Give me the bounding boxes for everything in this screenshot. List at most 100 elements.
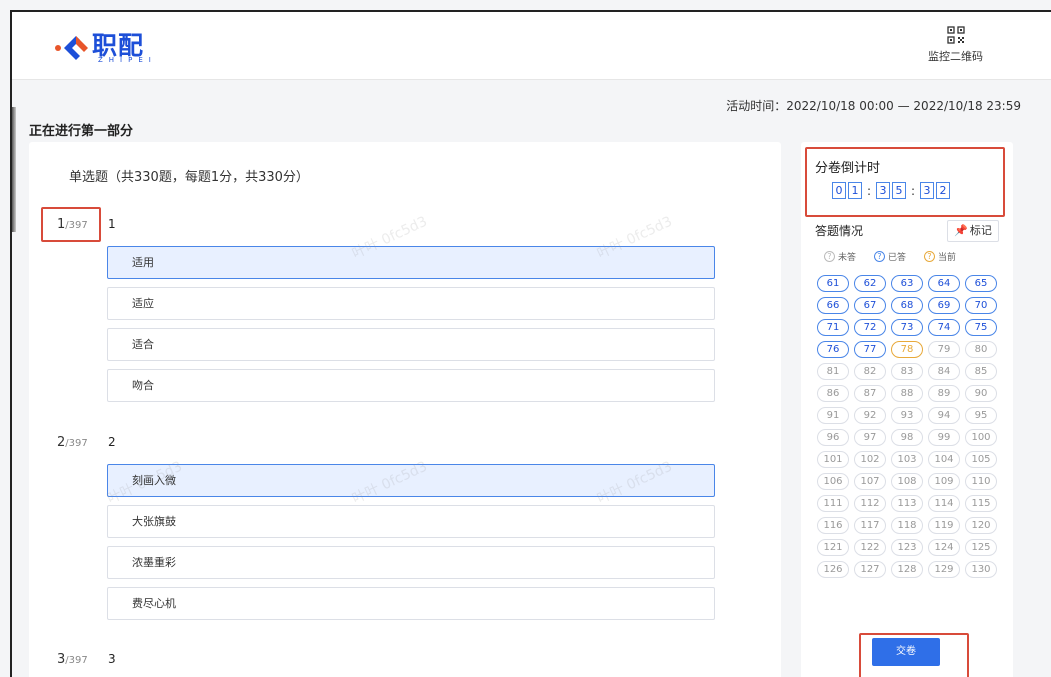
question-nav-item[interactable]: 126 xyxy=(817,561,849,578)
question-nav-item[interactable]: 108 xyxy=(891,473,923,490)
question-nav-item[interactable]: 84 xyxy=(928,363,960,380)
question-nav-item[interactable]: 78 xyxy=(891,341,923,358)
logo-icon xyxy=(55,36,88,60)
question-nav-item[interactable]: 63 xyxy=(891,275,923,292)
question-nav-item[interactable]: 86 xyxy=(817,385,849,402)
question-nav-item[interactable]: 103 xyxy=(891,451,923,468)
question-nav-item[interactable]: 98 xyxy=(891,429,923,446)
question-nav-item[interactable]: 68 xyxy=(891,297,923,314)
question-navigator: 61 62 63 64 65 66 67 68 69 70 71 72 73 74 75 76 77 78 79 80… xyxy=(817,275,1007,578)
question-nav-item[interactable]: 123 xyxy=(891,539,923,556)
question-panel: 单选题（共330题，每题1分，共330分） 1/397 1 适用 适应 适合 吻… xyxy=(29,142,781,677)
question-nav-item[interactable]: 88 xyxy=(891,385,923,402)
question-nav-item[interactable]: 80 xyxy=(965,341,997,358)
question-type-heading: 单选题（共330题，每题1分，共330分） xyxy=(69,170,309,185)
question-nav-item[interactable]: 119 xyxy=(928,517,960,534)
question-nav-item[interactable]: 104 xyxy=(928,451,960,468)
option-q1-a[interactable]: 适用 xyxy=(107,246,715,279)
question-nav-item[interactable]: 109 xyxy=(928,473,960,490)
question-nav-item[interactable]: 93 xyxy=(891,407,923,424)
question-nav-item[interactable]: 91 xyxy=(817,407,849,424)
option-q2-b[interactable]: 大张旗鼓 xyxy=(107,505,715,538)
question-nav-item[interactable]: 69 xyxy=(928,297,960,314)
question-nav-item[interactable]: 72 xyxy=(854,319,886,336)
question-nav-item[interactable]: 85 xyxy=(965,363,997,380)
question-nav-item[interactable]: 113 xyxy=(891,495,923,512)
countdown-digit: 0 xyxy=(832,182,846,199)
question-nav-item[interactable]: 111 xyxy=(817,495,849,512)
question-nav-item[interactable]: 115 xyxy=(965,495,997,512)
question-nav-item[interactable]: 99 xyxy=(928,429,960,446)
countdown-timer: 0 1 : 3 5 : 3 2 xyxy=(832,182,952,199)
question-nav-item[interactable]: 61 xyxy=(817,275,849,292)
monitor-qr-button[interactable]: 监控二维码 xyxy=(928,26,983,64)
question-nav-item[interactable]: 128 xyxy=(891,561,923,578)
question-nav-item[interactable]: 116 xyxy=(817,517,849,534)
mark-button[interactable]: 📌 标记 xyxy=(947,220,999,242)
question-nav-item[interactable]: 73 xyxy=(891,319,923,336)
question-nav-item[interactable]: 125 xyxy=(965,539,997,556)
question-nav-item[interactable]: 124 xyxy=(928,539,960,556)
question-title: 3 xyxy=(108,652,116,666)
question-nav-item[interactable]: 77 xyxy=(854,341,886,358)
question-nav-item[interactable]: 120 xyxy=(965,517,997,534)
question-nav-item[interactable]: 89 xyxy=(928,385,960,402)
question-nav-item[interactable]: 112 xyxy=(854,495,886,512)
question-nav-item[interactable]: 107 xyxy=(854,473,886,490)
countdown-digit: 3 xyxy=(876,182,890,199)
question-nav-item[interactable]: 87 xyxy=(854,385,886,402)
question-nav-item[interactable]: 127 xyxy=(854,561,886,578)
question-nav-item[interactable]: 70 xyxy=(965,297,997,314)
question-nav-item[interactable]: 66 xyxy=(817,297,849,314)
question-nav-item[interactable]: 130 xyxy=(965,561,997,578)
option-q1-c[interactable]: 适合 xyxy=(107,328,715,361)
question-nav-item[interactable]: 75 xyxy=(965,319,997,336)
submit-button[interactable]: 交卷 xyxy=(872,638,940,666)
question-nav-item[interactable]: 101 xyxy=(817,451,849,468)
option-q1-d[interactable]: 吻合 xyxy=(107,369,715,402)
option-q1-b[interactable]: 适应 xyxy=(107,287,715,320)
question-nav-item[interactable]: 79 xyxy=(928,341,960,358)
question-nav-item[interactable]: 114 xyxy=(928,495,960,512)
question-nav-item[interactable]: 92 xyxy=(854,407,886,424)
question-nav-item[interactable]: 100 xyxy=(965,429,997,446)
option-q2-a[interactable]: 刻画入微 xyxy=(107,464,715,497)
qr-code-icon xyxy=(946,26,965,44)
question-nav-item[interactable]: 82 xyxy=(854,363,886,380)
question-nav-item[interactable]: 67 xyxy=(854,297,886,314)
question-mark-icon: ? xyxy=(874,251,886,262)
question-nav-item[interactable]: 121 xyxy=(817,539,849,556)
option-q2-c[interactable]: 浓墨重彩 xyxy=(107,546,715,579)
question-nav-item[interactable]: 95 xyxy=(965,407,997,424)
question-nav-item[interactable]: 117 xyxy=(854,517,886,534)
question-total: /397 xyxy=(65,655,88,666)
question-nav-item[interactable]: 71 xyxy=(817,319,849,336)
question-nav-item[interactable]: 96 xyxy=(817,429,849,446)
question-nav-item[interactable]: 102 xyxy=(854,451,886,468)
countdown-digit: 1 xyxy=(848,182,862,199)
question-nav-item[interactable]: 90 xyxy=(965,385,997,402)
question-nav-item[interactable]: 76 xyxy=(817,341,849,358)
option-q2-d[interactable]: 费尽心机 xyxy=(107,587,715,620)
question-nav-item[interactable]: 94 xyxy=(928,407,960,424)
question-number: 2/397 xyxy=(57,435,88,450)
question-nav-item[interactable]: 97 xyxy=(854,429,886,446)
question-nav-item[interactable]: 83 xyxy=(891,363,923,380)
question-number: 3/397 xyxy=(57,652,88,667)
question-nav-item[interactable]: 105 xyxy=(965,451,997,468)
legend-unanswered: ? 未答 xyxy=(824,250,856,263)
logo-subtext: ZHIPEI xyxy=(98,56,157,64)
question-nav-item[interactable]: 118 xyxy=(891,517,923,534)
question-total: /397 xyxy=(65,438,88,449)
question-nav-item[interactable]: 64 xyxy=(928,275,960,292)
question-nav-item[interactable]: 129 xyxy=(928,561,960,578)
question-nav-item[interactable]: 122 xyxy=(854,539,886,556)
question-nav-item[interactable]: 110 xyxy=(965,473,997,490)
qr-label: 监控二维码 xyxy=(928,50,983,63)
question-nav-item[interactable]: 81 xyxy=(817,363,849,380)
question-nav-item[interactable]: 62 xyxy=(854,275,886,292)
question-nav-item[interactable]: 65 xyxy=(965,275,997,292)
question-nav-item[interactable]: 106 xyxy=(817,473,849,490)
question-nav-item[interactable]: 74 xyxy=(928,319,960,336)
answer-status-title: 答题情况 xyxy=(815,224,864,238)
